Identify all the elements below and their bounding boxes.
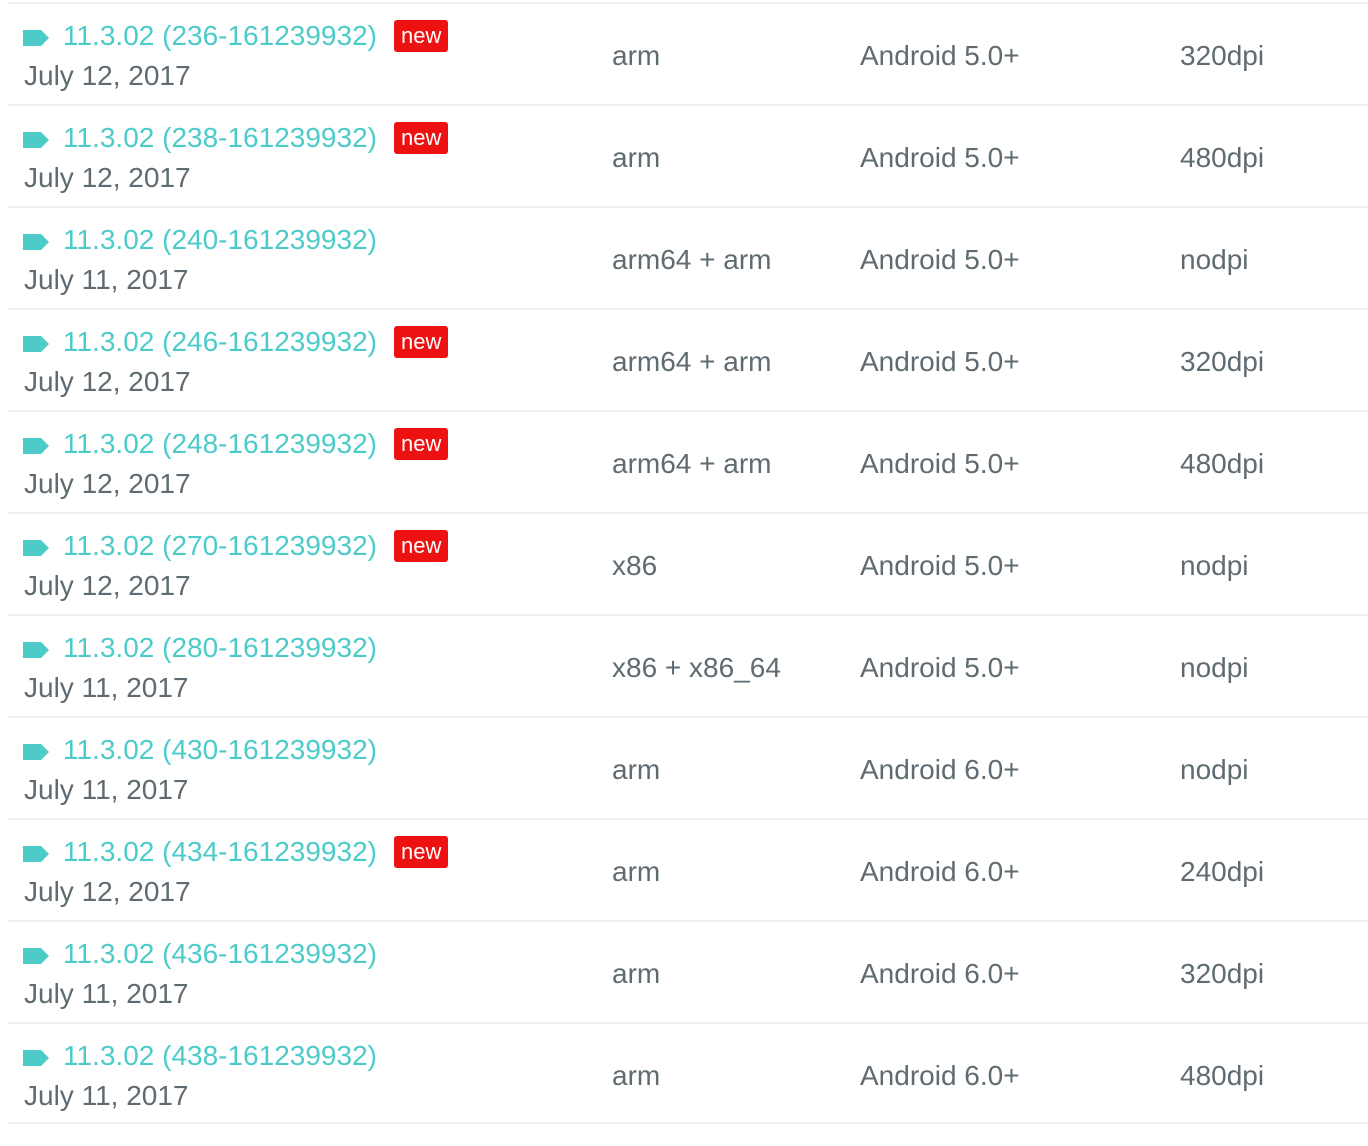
architecture: arm64 + arm — [612, 244, 772, 275]
new-badge: new — [394, 530, 449, 562]
min-android-version: Android 5.0+ — [860, 142, 1020, 173]
table-row: 11.3.02 (280-161239932) July 11, 2017 x8… — [8, 614, 1368, 716]
architecture: arm — [612, 40, 661, 71]
screen-dpi: 480dpi — [1180, 1060, 1265, 1091]
new-badge: new — [394, 836, 449, 868]
tag-icon — [23, 438, 49, 454]
architecture: x86 — [612, 550, 658, 581]
release-date: July 11, 2017 — [24, 672, 189, 703]
release-date: July 11, 2017 — [24, 1080, 189, 1111]
table-row: 11.3.02 (248-161239932) new July 12, 201… — [8, 410, 1368, 512]
release-date: July 11, 2017 — [24, 774, 189, 805]
version-link[interactable]: 11.3.02 (248-161239932) — [63, 426, 377, 462]
min-android-version: Android 6.0+ — [860, 1060, 1020, 1091]
table-row: 11.3.02 (236-161239932) new July 12, 201… — [8, 2, 1368, 104]
tag-icon — [23, 234, 49, 250]
screen-dpi: 320dpi — [1180, 958, 1265, 989]
version-link[interactable]: 11.3.02 (240-161239932) — [63, 222, 377, 258]
tag-icon — [23, 846, 49, 862]
tag-icon — [23, 132, 49, 148]
screen-dpi: nodpi — [1180, 550, 1249, 581]
version-link[interactable]: 11.3.02 (436-161239932) — [63, 936, 377, 972]
min-android-version: Android 6.0+ — [860, 856, 1020, 887]
table-row: 11.3.02 (436-161239932) July 11, 2017 ar… — [8, 920, 1368, 1022]
new-badge: new — [394, 20, 449, 52]
architecture: arm64 + arm — [612, 448, 772, 479]
table-row: 11.3.02 (238-161239932) new July 12, 201… — [8, 104, 1368, 206]
min-android-version: Android 6.0+ — [860, 754, 1020, 785]
architecture: arm64 + arm — [612, 346, 772, 377]
tag-icon — [23, 948, 49, 964]
tag-icon — [23, 744, 49, 760]
release-date: July 12, 2017 — [24, 570, 191, 601]
min-android-version: Android 5.0+ — [860, 652, 1020, 683]
release-date: July 11, 2017 — [24, 978, 189, 1009]
version-link[interactable]: 11.3.02 (236-161239932) — [63, 18, 377, 54]
version-link[interactable]: 11.3.02 (270-161239932) — [63, 528, 377, 564]
tag-icon — [23, 540, 49, 556]
release-date: July 11, 2017 — [24, 264, 189, 295]
architecture: arm — [612, 142, 661, 173]
min-android-version: Android 5.0+ — [860, 40, 1020, 71]
new-badge: new — [394, 428, 449, 460]
min-android-version: Android 5.0+ — [860, 346, 1020, 377]
version-link[interactable]: 11.3.02 (434-161239932) — [63, 834, 377, 870]
release-date: July 12, 2017 — [24, 162, 191, 193]
release-date: July 12, 2017 — [24, 876, 191, 907]
screen-dpi: 480dpi — [1180, 142, 1265, 173]
apk-variant-list: 11.3.02 (236-161239932) new July 12, 201… — [8, 2, 1368, 1124]
screen-dpi: nodpi — [1180, 244, 1249, 275]
table-row: 11.3.02 (270-161239932) new July 12, 201… — [8, 512, 1368, 614]
release-date: July 12, 2017 — [24, 366, 191, 397]
release-date: July 12, 2017 — [24, 468, 191, 499]
architecture: arm — [612, 1060, 661, 1091]
screen-dpi: 240dpi — [1180, 856, 1265, 887]
version-link[interactable]: 11.3.02 (430-161239932) — [63, 732, 377, 768]
version-link[interactable]: 11.3.02 (238-161239932) — [63, 120, 377, 156]
version-link[interactable]: 11.3.02 (280-161239932) — [63, 630, 377, 666]
new-badge: new — [394, 122, 449, 154]
min-android-version: Android 5.0+ — [860, 244, 1020, 275]
tag-icon — [23, 336, 49, 352]
table-row: 11.3.02 (430-161239932) July 11, 2017 ar… — [8, 716, 1368, 818]
tag-icon — [23, 642, 49, 658]
tag-icon — [23, 30, 49, 46]
new-badge: new — [394, 326, 449, 358]
architecture: arm — [612, 958, 661, 989]
architecture: x86 + x86_64 — [612, 652, 781, 683]
version-link[interactable]: 11.3.02 (246-161239932) — [63, 324, 377, 360]
architecture: arm — [612, 754, 661, 785]
table-row: 11.3.02 (438-161239932) July 11, 2017 ar… — [8, 1022, 1368, 1124]
table-row: 11.3.02 (240-161239932) July 11, 2017 ar… — [8, 206, 1368, 308]
screen-dpi: 320dpi — [1180, 346, 1265, 377]
table-row: 11.3.02 (246-161239932) new July 12, 201… — [8, 308, 1368, 410]
screen-dpi: nodpi — [1180, 652, 1249, 683]
min-android-version: Android 5.0+ — [860, 550, 1020, 581]
min-android-version: Android 6.0+ — [860, 958, 1020, 989]
screen-dpi: 480dpi — [1180, 448, 1265, 479]
version-link[interactable]: 11.3.02 (438-161239932) — [63, 1038, 377, 1074]
screen-dpi: nodpi — [1180, 754, 1249, 785]
tag-icon — [23, 1050, 49, 1066]
screen-dpi: 320dpi — [1180, 40, 1265, 71]
release-date: July 12, 2017 — [24, 60, 191, 91]
table-row: 11.3.02 (434-161239932) new July 12, 201… — [8, 818, 1368, 920]
min-android-version: Android 5.0+ — [860, 448, 1020, 479]
architecture: arm — [612, 856, 661, 887]
